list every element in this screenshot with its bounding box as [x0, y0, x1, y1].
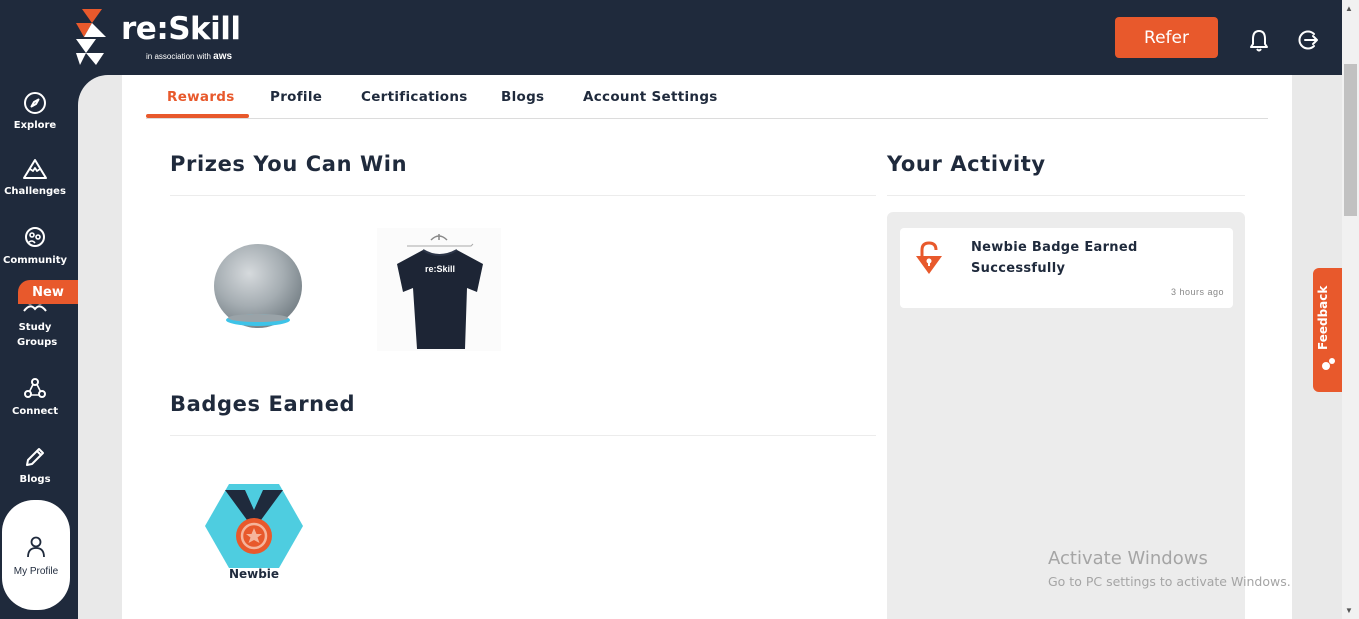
refer-button[interactable]: Refer — [1115, 17, 1218, 58]
sidebar-item-label: Connect — [12, 406, 58, 417]
logo-sub-prefix: in association with — [146, 52, 211, 61]
sidebar: Explore Challenges Community Study Group… — [0, 75, 78, 619]
activity-time: 3 hours ago — [1170, 287, 1224, 297]
feedback-label[interactable]: Feedback — [1316, 280, 1330, 350]
logo-sub-brand: aws — [213, 51, 233, 62]
chat-icon — [1322, 358, 1335, 370]
scroll-up-arrow-icon[interactable]: ▲ — [1345, 4, 1353, 13]
unlock-icon — [916, 241, 942, 274]
logo-subtitle: in association with aws — [146, 51, 232, 62]
scroll-down-arrow-icon[interactable]: ▼ — [1345, 606, 1353, 615]
mountain-icon — [23, 159, 47, 179]
sidebar-item-label: Study Groups — [17, 322, 58, 348]
activity-item[interactable]: Newbie Badge Earned Successfully 3 hours… — [900, 228, 1233, 308]
echo-speaker-image — [214, 244, 302, 328]
sidebar-item-label: Community — [2, 255, 67, 266]
sidebar-item-blogs[interactable]: Blogs — [0, 445, 70, 485]
tab-certifications[interactable]: Certifications — [361, 89, 468, 105]
sidebar-item-challenges[interactable]: Challenges — [0, 157, 70, 197]
active-tab-indicator — [146, 114, 249, 118]
prizes-divider — [170, 195, 876, 196]
tab-rewards[interactable]: Rewards — [167, 89, 235, 105]
profile-tabs: Rewards Profile Certifications Blogs Acc… — [146, 80, 1268, 119]
windows-watermark-subtitle: Go to PC settings to activate Windows. — [1048, 574, 1291, 589]
logo-mark-icon — [76, 9, 106, 65]
tab-blogs[interactable]: Blogs — [501, 89, 544, 105]
sidebar-item-community[interactable]: Community — [0, 226, 70, 266]
sidebar-item-label: Explore — [13, 120, 57, 131]
badge-label: Newbie — [228, 567, 280, 581]
tshirt-image: re:Skill — [377, 228, 501, 351]
bell-icon[interactable] — [1247, 28, 1271, 54]
tshirt-icon — [397, 234, 483, 349]
top-bar: re:Skill in association with aws Refer — [0, 0, 1342, 75]
scrollbar-thumb[interactable] — [1344, 64, 1357, 216]
badges-title: Badges Earned — [170, 392, 356, 416]
logout-icon[interactable] — [1296, 28, 1320, 52]
sidebar-item-connect[interactable]: Connect — [0, 377, 70, 417]
sidebar-item-explore[interactable]: Explore — [0, 91, 70, 131]
tab-account-settings[interactable]: Account Settings — [583, 89, 718, 105]
badges-divider — [170, 435, 876, 436]
sidebar-item-label: Challenges — [4, 186, 66, 197]
my-profile-button[interactable]: My Profile — [2, 500, 70, 610]
user-icon — [27, 536, 45, 558]
logo-text: re:Skill — [121, 11, 241, 47]
reskill-logo[interactable]: re:Skill in association with aws — [74, 9, 249, 67]
tab-profile[interactable]: Profile — [270, 89, 322, 105]
pencil-icon — [26, 448, 44, 466]
activity-text: Newbie Badge Earned Successfully — [971, 240, 1138, 276]
tshirt-print-text: re:Skill — [425, 264, 456, 274]
connect-icon — [24, 378, 46, 398]
activity-title: Your Activity — [887, 152, 1046, 176]
prizes-title: Prizes You Can Win — [170, 152, 408, 176]
new-badge: New — [18, 280, 78, 304]
my-profile-label: My Profile — [13, 566, 59, 577]
compass-icon — [24, 92, 46, 114]
windows-watermark-title: Activate Windows — [1048, 548, 1208, 569]
community-icon — [25, 227, 45, 247]
activity-divider — [887, 195, 1245, 196]
sidebar-item-label: Blogs — [19, 474, 51, 485]
